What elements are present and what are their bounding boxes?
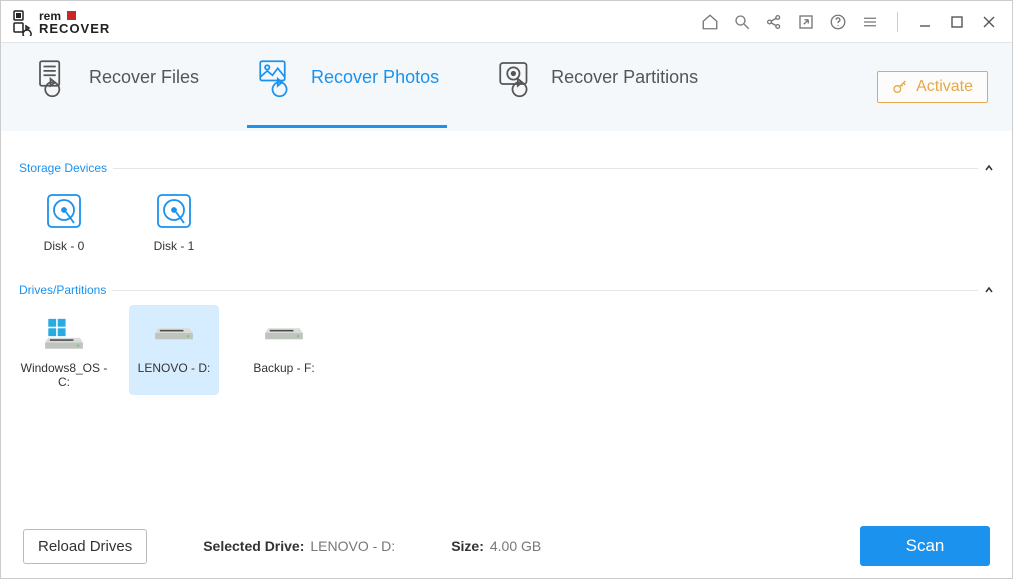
section-title: Storage Devices — [19, 161, 107, 175]
disk-item[interactable]: Disk - 0 — [19, 183, 109, 259]
tab-label: Recover Partitions — [551, 67, 698, 88]
help-icon[interactable] — [829, 13, 847, 31]
partitions-icon — [495, 56, 537, 98]
tab-label: Recover Files — [89, 67, 199, 88]
disk-icon — [152, 189, 196, 233]
app-logo: rem RECOVER — [13, 8, 133, 36]
maximize-icon[interactable] — [948, 13, 966, 31]
disk-label: Disk - 1 — [129, 239, 219, 253]
tab-recover-files[interactable]: Recover Files — [25, 46, 207, 128]
tab-label: Recover Photos — [311, 67, 439, 88]
section-partitions: Drives/Partitions — [19, 283, 994, 297]
share-icon[interactable] — [765, 13, 783, 31]
tab-recover-photos[interactable]: Recover Photos — [247, 46, 447, 128]
drive-icon — [152, 311, 196, 355]
divider — [113, 168, 978, 169]
selected-drive-value: LENOVO - D: — [310, 538, 395, 554]
drive-item-selected[interactable]: LENOVO - D: — [129, 305, 219, 395]
disk-label: Disk - 0 — [19, 239, 109, 253]
collapse-icon[interactable] — [984, 285, 994, 295]
drive-icon — [42, 311, 86, 355]
files-icon — [33, 56, 75, 98]
section-title: Drives/Partitions — [19, 283, 106, 297]
activate-label: Activate — [916, 78, 973, 96]
tab-recover-partitions[interactable]: Recover Partitions — [487, 46, 706, 128]
search-icon[interactable] — [733, 13, 751, 31]
size-value: 4.00 GB — [490, 538, 541, 554]
separator — [897, 12, 898, 32]
section-storage: Storage Devices — [19, 161, 994, 175]
minimize-icon[interactable] — [916, 13, 934, 31]
selected-drive-label: Selected Drive: — [203, 538, 304, 554]
drive-icon — [262, 311, 306, 355]
activate-button[interactable]: Activate — [877, 71, 988, 103]
photos-icon — [255, 56, 297, 98]
disk-item[interactable]: Disk - 1 — [129, 183, 219, 259]
drive-label: Windows8_OS - C: — [19, 361, 109, 389]
drive-label: Backup - F: — [239, 361, 329, 375]
home-icon[interactable] — [701, 13, 719, 31]
collapse-icon[interactable] — [984, 163, 994, 173]
close-icon[interactable] — [980, 13, 998, 31]
size-label: Size: — [451, 538, 484, 554]
export-icon[interactable] — [797, 13, 815, 31]
divider — [112, 290, 978, 291]
scan-button[interactable]: Scan — [860, 526, 990, 566]
drive-item[interactable]: Backup - F: — [239, 305, 329, 395]
svg-text:RECOVER: RECOVER — [39, 21, 110, 36]
drive-item[interactable]: Windows8_OS - C: — [19, 305, 109, 395]
selected-drive-info: Selected Drive: LENOVO - D: — [203, 538, 395, 554]
menu-icon[interactable] — [861, 13, 879, 31]
size-info: Size: 4.00 GB — [451, 538, 541, 554]
reload-drives-button[interactable]: Reload Drives — [23, 529, 147, 564]
drive-label: LENOVO - D: — [129, 361, 219, 375]
disk-icon — [42, 189, 86, 233]
key-icon — [892, 79, 908, 95]
